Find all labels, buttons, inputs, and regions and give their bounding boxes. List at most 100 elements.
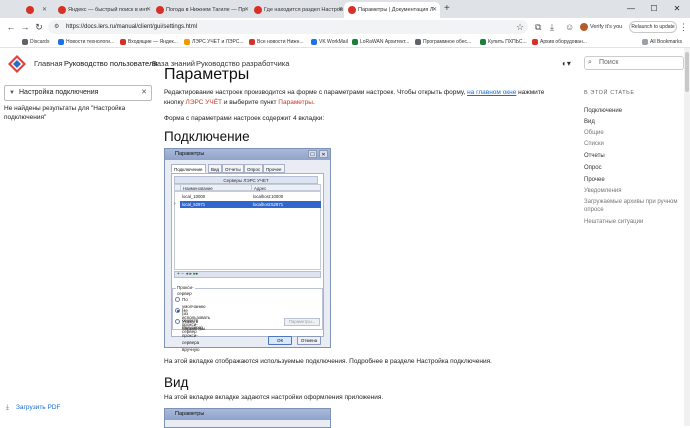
form-description: Форма с параметрами настроек содержит 4 …	[164, 115, 325, 122]
grid-row-name: local_10000	[182, 194, 206, 199]
ui-term: ЛЭРС УЧЁТ	[185, 99, 223, 106]
toc-item[interactable]: Опрос	[584, 164, 602, 172]
close-icon[interactable]: ✕	[338, 2, 343, 18]
menu-icon[interactable]: ⋮	[679, 19, 688, 35]
tab-favicon-icon	[58, 6, 66, 14]
browser-tab[interactable]: Где находится раздел Настрой ✕	[250, 2, 346, 18]
main-window-link[interactable]: на главном окне	[467, 89, 516, 96]
folder-icon	[642, 39, 648, 45]
intro-text: нажмите	[516, 89, 545, 96]
nav-link-user-guide[interactable]: Руководство пользователя	[64, 58, 157, 70]
dialog-tab-other: Прочее	[263, 164, 285, 173]
toc-item[interactable]: Подключение	[584, 107, 622, 115]
bookmark-item[interactable]: Все новости Нижн...	[249, 36, 304, 48]
grid-title: Серверы ЛЭРС УЧЕТ	[174, 176, 318, 184]
bookmark-item[interactable]: LoRaWAN Архитект...	[352, 36, 409, 48]
bookmark-item[interactable]: Входящие — Яндек...	[120, 36, 178, 48]
dialog-maximize-icon: ☐	[308, 150, 317, 158]
clear-icon[interactable]: ✕	[141, 86, 147, 100]
toc-item[interactable]: Отчеты	[584, 152, 605, 160]
close-icon[interactable]: ✕	[146, 2, 151, 18]
tab-favicon-icon	[26, 6, 34, 14]
minimize-icon[interactable]: —	[620, 0, 642, 18]
avatar	[580, 22, 588, 31]
bookmark-item[interactable]: Архив оборудован...	[532, 36, 587, 48]
bookmark-item[interactable]: Программное обес...	[415, 36, 471, 48]
new-tab-button[interactable]: +	[444, 2, 450, 16]
close-icon[interactable]: ✕	[432, 2, 437, 18]
close-icon[interactable]: ✕	[42, 2, 47, 18]
bookmarks-bar: Discards Новости технологи... Входящие —…	[0, 36, 690, 48]
toc-item[interactable]: Прочее	[584, 176, 605, 184]
all-bookmarks-label: All Bookmarks	[650, 39, 682, 45]
bookmark-favicon-icon	[352, 39, 358, 45]
bookmark-item[interactable]: VK WorkMail	[311, 36, 348, 48]
toc-subitem[interactable]: Списки	[584, 140, 604, 148]
bookmark-star-icon[interactable]: ☆	[516, 19, 524, 35]
verify-identity-button[interactable]: Verify it's you	[580, 21, 622, 33]
grid-row-address-selected: localhost:52971	[251, 201, 321, 208]
toc-subitem[interactable]: Нештатные ситуации	[584, 218, 643, 226]
close-window-icon[interactable]: ✕	[666, 0, 688, 18]
close-icon[interactable]: ✕	[244, 2, 249, 18]
bookmark-favicon-icon	[311, 39, 317, 45]
browser-tab-active[interactable]: Параметры | Документация Л ✕	[344, 2, 440, 18]
toc-subitem[interactable]: Загружаемые архивы при ручном опросе	[584, 198, 680, 214]
bookmark-item[interactable]: Discards	[22, 36, 49, 48]
radio-icon	[175, 297, 180, 302]
grid-row-name-selected: local_52971	[180, 201, 252, 208]
tab-favicon-icon	[156, 6, 164, 14]
site-search-input[interactable]: ⌕ Поиск	[584, 56, 684, 70]
toc-item[interactable]: Вид	[584, 118, 595, 126]
dialog-title: Параметры	[175, 411, 205, 417]
forward-icon[interactable]: →	[18, 19, 32, 35]
bookmark-favicon-icon	[249, 39, 255, 45]
tab-label: Погода в Нижнем Тагиле — Пр	[166, 7, 246, 13]
tab-label: Яндекс — быстрый поиск в инт	[68, 7, 148, 13]
intro-text: .	[312, 99, 315, 106]
connection-description: На этой вкладке отображаются используемы…	[164, 358, 492, 365]
proxy-option-manual: Указать параметры прокси-сервера вручную	[175, 318, 205, 353]
page-scrollbar[interactable]	[684, 48, 690, 426]
browser-tab[interactable]: ✕	[22, 2, 50, 18]
relaunch-button[interactable]: Relaunch to update	[629, 21, 677, 33]
bookmark-favicon-icon	[480, 39, 486, 45]
grid-row-address: localhost:10000	[253, 194, 284, 199]
bookmark-item[interactable]: Новости технологи...	[58, 36, 114, 48]
radio-selected-icon	[175, 308, 180, 313]
bookmark-item[interactable]: ЛЭРС УЧЕТ и ЛЭРС...	[184, 36, 244, 48]
grid-column-address: Адрес	[251, 184, 321, 191]
theme-toggle-icon[interactable]: ◐▾	[562, 58, 574, 70]
extensions-icon[interactable]: ⧉	[535, 19, 541, 35]
bookmark-label: ЛЭРС УЧЕТ и ЛЭРС...	[192, 39, 244, 45]
browser-tab-strip: ✕ Яндекс — быстрый поиск в инт ✕ Погода …	[0, 0, 690, 18]
dialog-close-icon: ✕	[319, 150, 328, 158]
site-info-icon[interactable]: ⚙	[54, 20, 59, 34]
lers-logo-icon[interactable]	[8, 55, 26, 73]
dialog-cancel-button: Отмена	[297, 336, 321, 345]
downloads-icon[interactable]: ⤓	[550, 19, 554, 35]
pdf-label: Загрузить PDF	[16, 404, 61, 411]
bookmark-favicon-icon	[58, 39, 64, 45]
toc-subitem[interactable]: Общие	[584, 129, 604, 137]
browser-tab[interactable]: Яндекс — быстрый поиск в инт ✕	[54, 2, 154, 18]
bookmark-item[interactable]: Купить ПХПЬС...	[480, 36, 527, 48]
profile-icon[interactable]: ☺	[565, 19, 574, 35]
all-bookmarks-button[interactable]: All Bookmarks	[642, 36, 682, 48]
scrollbar-thumb[interactable]	[685, 52, 689, 92]
reload-icon[interactable]: ↻	[32, 19, 46, 35]
sidebar-filter-input[interactable]: ▼ Настройка подключения ✕	[4, 85, 152, 101]
browser-tab[interactable]: Погода в Нижнем Тагиле — Пр ✕	[152, 2, 252, 18]
url-text: https://docs.lers.ru/manual/client/gui/s…	[66, 24, 198, 30]
bookmark-label: Купить ПХПЬС...	[488, 39, 527, 45]
section-heading-view: Вид	[164, 375, 189, 390]
back-icon[interactable]: ←	[4, 19, 18, 35]
toc-subitem[interactable]: Уведомления	[584, 187, 622, 195]
maximize-icon[interactable]: ☐	[643, 0, 665, 18]
bookmark-label: Новости технологи...	[66, 39, 115, 45]
download-pdf-link[interactable]: ⤓ Загрузить PDF	[6, 403, 60, 413]
address-bar[interactable]: ⚙ https://docs.lers.ru/manual/client/gui…	[48, 20, 528, 34]
radio-icon	[175, 319, 180, 324]
bookmark-label: Архив оборудован...	[540, 39, 587, 45]
nav-link-home[interactable]: Главная	[34, 58, 63, 70]
